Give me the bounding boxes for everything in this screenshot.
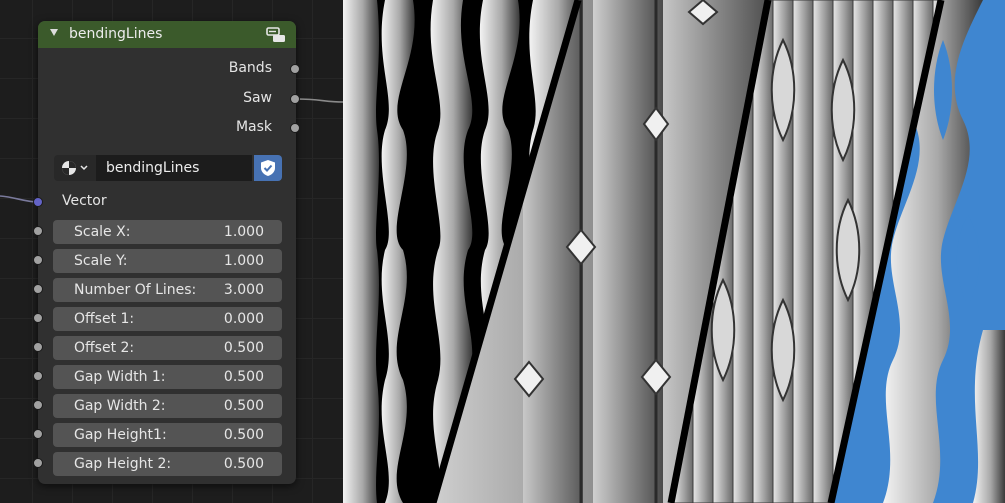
socket-input-gap-width-2[interactable] [33, 400, 43, 410]
socket-output-saw[interactable] [290, 94, 300, 104]
node-wires [0, 98, 343, 203]
socket-input-offset-2[interactable] [33, 342, 43, 352]
socket-output-bands[interactable] [290, 64, 300, 74]
node-editor[interactable]: bendingLines Bands Saw Mask bendingLines [0, 0, 343, 503]
socket-input-scale-x[interactable] [33, 226, 43, 236]
socket-input-gap-width-1[interactable] [33, 371, 43, 381]
socket-input-gap-height-1[interactable] [33, 429, 43, 439]
socket-input-number-of-lines[interactable] [33, 284, 43, 294]
socket-input-vector[interactable] [33, 197, 43, 207]
socket-output-mask[interactable] [290, 123, 300, 133]
socket-input-offset-1[interactable] [33, 313, 43, 323]
socket-input-scale-y[interactable] [33, 255, 43, 265]
texture-render-previews [343, 0, 1005, 503]
socket-input-gap-height-2[interactable] [33, 458, 43, 468]
